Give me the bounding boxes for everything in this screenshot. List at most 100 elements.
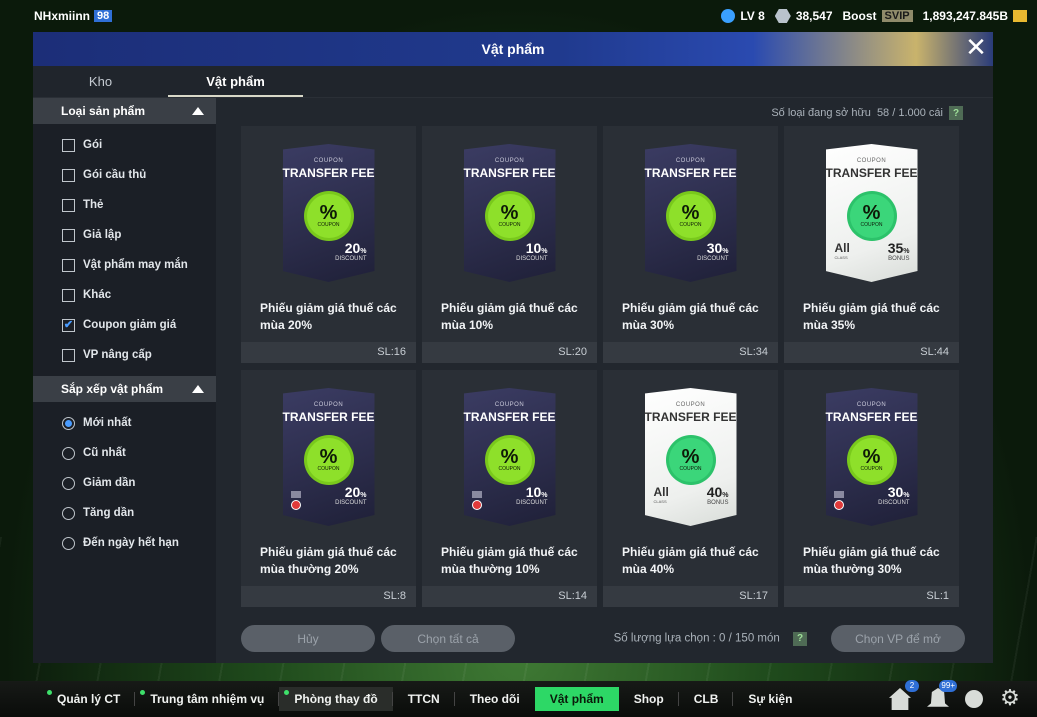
checkbox-icon[interactable] <box>62 138 75 152</box>
badge-sub: COUPON <box>317 222 340 228</box>
filter-option[interactable]: Gói cầu thủ <box>33 160 216 190</box>
nav-item[interactable]: Shop <box>619 687 679 711</box>
cancel-button[interactable]: Hủy <box>241 625 375 652</box>
checkbox-icon[interactable] <box>62 168 75 182</box>
nav-item-label: Theo dõi <box>469 692 520 706</box>
filter-option[interactable]: ✔ Coupon giảm giá <box>33 310 216 340</box>
gear-icon[interactable]: ⚙ <box>999 688 1021 710</box>
item-tile[interactable]: COUPON TRANSFER FEE% COUPON All CLASS 40% BONU… <box>603 370 778 607</box>
lv-stat: LV 8 <box>721 9 765 23</box>
filter-option[interactable]: Giả lập <box>33 220 216 250</box>
card-value-sub: DISCOUNT <box>878 500 910 506</box>
sort-option[interactable]: Tăng dần <box>33 498 216 528</box>
tab-kho[interactable]: Kho <box>33 66 168 97</box>
nav-item[interactable]: Sự kiện <box>733 687 807 711</box>
card-area: COUPON TRANSFER FEE% COUPON 10% DISCOUNT <box>422 126 597 291</box>
radio-selected-icon[interactable] <box>62 416 75 430</box>
item-quantity: SL:14 <box>422 586 597 607</box>
sort-option[interactable]: Giảm dần <box>33 468 216 498</box>
radio-icon[interactable] <box>62 536 75 550</box>
checkbox-icon[interactable] <box>62 258 75 272</box>
bottom-nav-icons: 2 99+ ⚙ <box>889 680 1037 710</box>
item-tile[interactable]: COUPON TRANSFER FEE% COUPON 10% DISCOUNT Phiế… <box>422 126 597 363</box>
radio-icon[interactable] <box>62 476 75 490</box>
percent-badge-icon: % COUPON <box>849 438 894 482</box>
action-bar: Hủy Chọn tất cả Số lượng lựa chọn : 0 / … <box>241 625 965 652</box>
filter-option[interactable]: Gói <box>33 130 216 160</box>
item-name: Phiếu giảm giá thuế các mùa 40% <box>622 545 759 576</box>
sort-option-list: Mới nhất Cũ nhất Giảm dần Tăng dần Đến ngày … <box>33 402 216 564</box>
checkbox-icon[interactable] <box>62 198 75 212</box>
checkbox-icon[interactable] <box>62 288 75 302</box>
item-tile[interactable]: COUPON TRANSFER FEE% COUPON 20% DISCOUNT Phiế… <box>241 370 416 607</box>
card-value-sub: DISCOUNT <box>516 500 548 506</box>
card-area: COUPON TRANSFER FEE% COUPON All CLASS 40% BONU… <box>603 370 778 535</box>
nav-item[interactable]: Phòng thay đồ <box>279 687 394 711</box>
badge-percent: % <box>319 202 338 224</box>
boost-stat[interactable]: Boost SVIP <box>843 9 913 23</box>
item-tile[interactable]: COUPON TRANSFER FEE% COUPON 10% DISCOUNT Phiế… <box>422 370 597 607</box>
filter-option[interactable]: Vật phẩm may mắn <box>33 250 216 280</box>
radio-icon[interactable] <box>62 506 75 520</box>
checkbox-checked-icon[interactable]: ✔ <box>62 318 75 332</box>
home-button[interactable]: 2 <box>889 680 919 710</box>
nav-item[interactable]: CLB <box>679 687 734 711</box>
item-tile[interactable]: COUPON TRANSFER FEE% COUPON 30% DISCOUNT Phiế… <box>603 126 778 363</box>
notifications-button[interactable]: 99+ <box>927 680 957 710</box>
card-coupon-label: COUPON <box>313 158 344 164</box>
help-icon[interactable]: ? <box>949 106 963 120</box>
card-coupon-label: COUPON <box>856 402 887 408</box>
nav-item-label: Shop <box>633 692 664 706</box>
item-name: Phiếu giảm giá thuế các mùa thường 10% <box>441 545 578 576</box>
card-transfer-fee-label: TRANSFER FEE <box>825 410 918 424</box>
item-tile[interactable]: COUPON TRANSFER FEE% COUPON 20% DISCOUNT Phiế… <box>241 126 416 363</box>
filter-option[interactable]: Khác <box>33 280 216 310</box>
nav-item[interactable]: Trung tâm nhiệm vụ <box>135 687 280 711</box>
checkbox-icon[interactable] <box>62 348 75 362</box>
nav-item[interactable]: TTCN <box>393 687 455 711</box>
collapse-icon <box>192 385 204 393</box>
radio-icon[interactable] <box>62 446 75 460</box>
sort-option[interactable]: Cũ nhất <box>33 438 216 468</box>
card-area: COUPON TRANSFER FEE% COUPON All CLASS 35% BONU… <box>784 126 959 291</box>
card-restriction <box>290 491 301 510</box>
tab-vat-pham[interactable]: Vật phẩm <box>168 66 303 97</box>
percent-badge-icon: % COUPON <box>306 438 351 482</box>
card-value-number: 20 <box>344 484 361 500</box>
items-modal: Vật phẩm ✕ Kho Vật phẩm Loại sản phẩm Gó… <box>33 32 993 663</box>
item-tile[interactable]: COUPON TRANSFER FEE% COUPON 30% DISCOUNT Phiế… <box>784 370 959 607</box>
select-all-button[interactable]: Chọn tất cả <box>381 625 515 652</box>
item-tile[interactable]: COUPON TRANSFER FEE% COUPON All CLASS 35% BONU… <box>784 126 959 363</box>
product-type-header[interactable]: Loại sản phẩm <box>33 98 216 124</box>
item-name: Phiếu giảm giá thuế các mùa 10% <box>441 301 578 332</box>
card-coupon-label: COUPON <box>494 158 525 164</box>
currency-stat[interactable]: 1,893,247.845B <box>923 9 1027 23</box>
coupon-card-image: COUPON TRANSFER FEE% COUPON 10% DISCOUNT <box>463 388 556 526</box>
checkbox-icon[interactable] <box>62 228 75 242</box>
sort-header[interactable]: Sắp xếp vật phẩm <box>33 376 216 402</box>
nav-item[interactable]: Vật phẩm <box>534 687 619 711</box>
card-all-text: All <box>653 485 669 499</box>
badge-sub: COUPON <box>679 222 702 228</box>
coupon-card-image: COUPON TRANSFER FEE% COUPON 30% DISCOUNT <box>825 388 918 526</box>
percent-badge-icon: % COUPON <box>487 194 532 238</box>
notification-dot-icon <box>47 690 52 695</box>
selection-count: Số lượng lựa chọn : 0 / 150 món ? <box>614 631 807 646</box>
nav-item-label: CLB <box>693 692 719 706</box>
owned-value: 58 / 1.000 cái <box>876 107 943 119</box>
filter-option[interactable]: Thẻ <box>33 190 216 220</box>
nav-item[interactable]: Theo dõi <box>455 687 535 711</box>
sort-option[interactable]: Mới nhất <box>33 408 216 438</box>
level-icon <box>721 9 736 23</box>
sort-option[interactable]: Đến ngày hết hạn <box>33 528 216 558</box>
help-icon[interactable]: ? <box>793 631 807 646</box>
choose-vp-button[interactable]: Chọn VP để mở <box>831 625 965 652</box>
card-transfer-fee-label: TRANSFER FEE <box>282 166 375 180</box>
close-icon[interactable]: ✕ <box>965 35 987 61</box>
person-icon[interactable] <box>965 690 983 708</box>
filter-option[interactable]: VP nâng cấp <box>33 340 216 370</box>
nav-item[interactable]: Quản lý CT <box>42 687 136 711</box>
item-name: Phiếu giảm giá thuế các mùa thường 20% <box>260 545 397 576</box>
badge-percent: % <box>681 446 700 468</box>
card-value-number: 30 <box>887 484 904 500</box>
